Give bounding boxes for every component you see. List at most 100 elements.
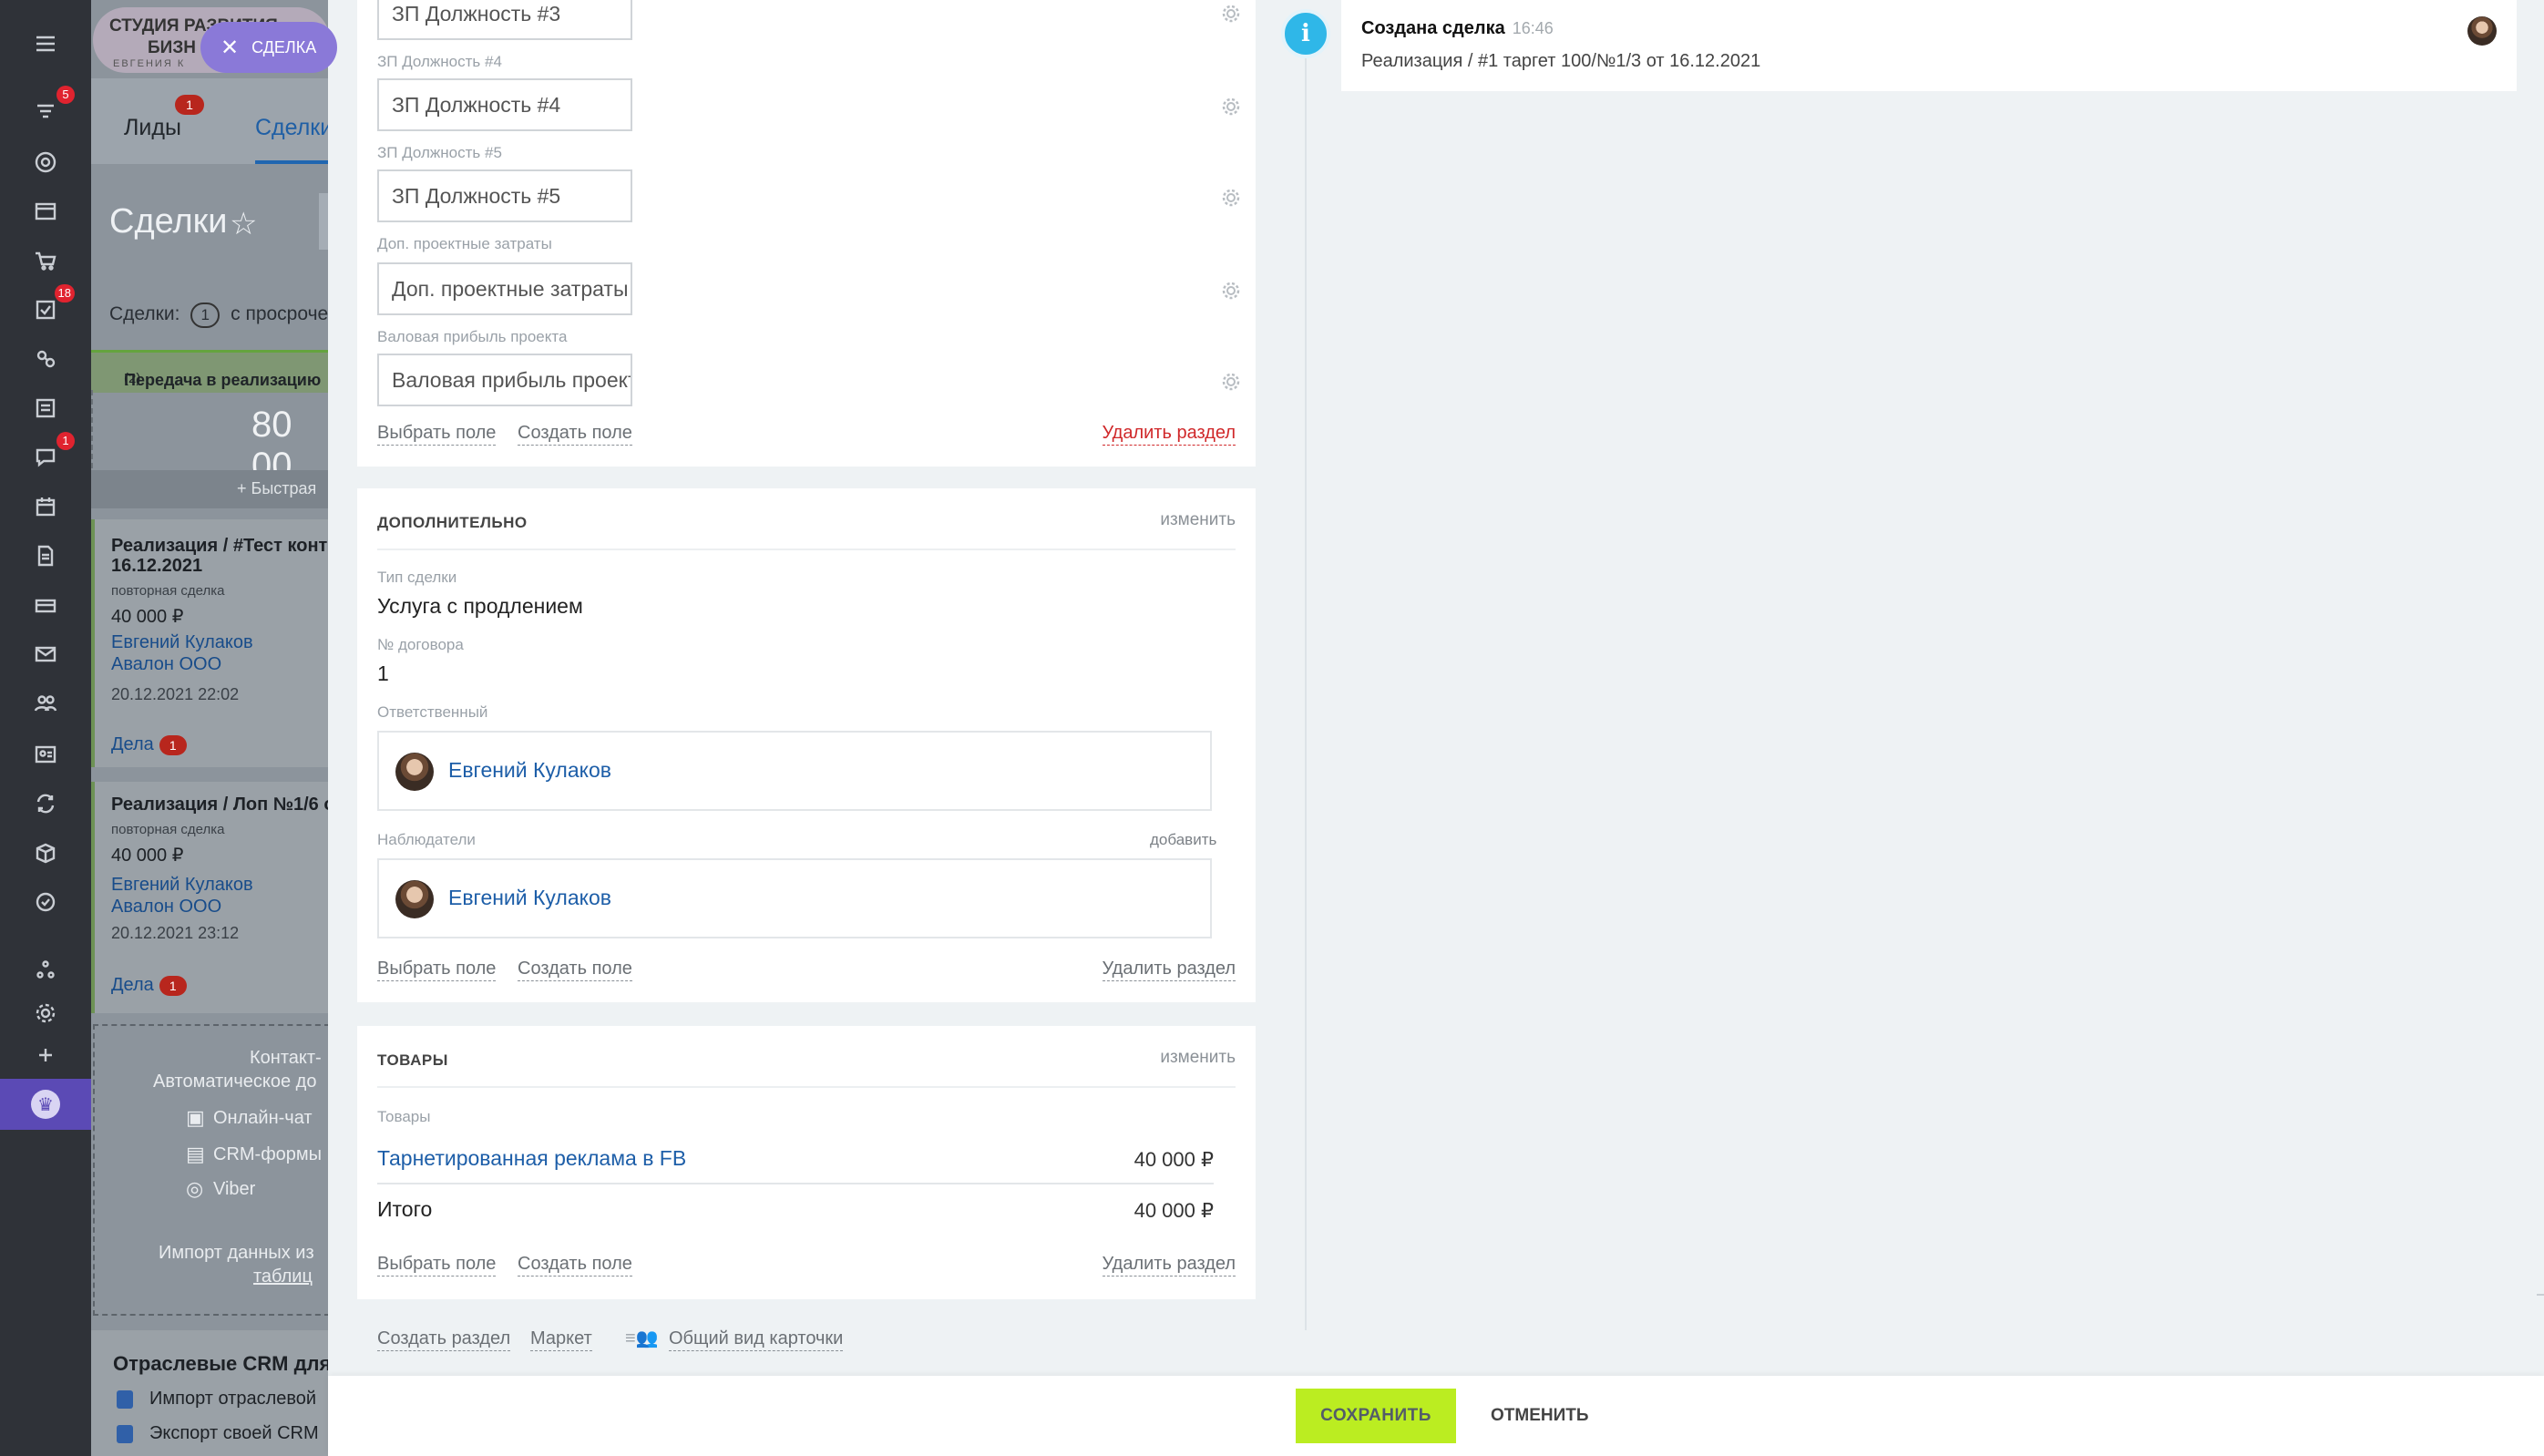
close-deal-slider-button[interactable]: ✕ СДЕЛКА [200, 22, 337, 73]
responsible-user-link[interactable]: Евгений Кулаков [448, 758, 611, 783]
add-observer-link[interactable]: добавить [1150, 831, 1216, 849]
deal-card-company[interactable]: Авалон ООО [111, 897, 221, 918]
scrollbar[interactable] [2537, 1294, 2544, 1296]
deal-type-label: Тип сделки [377, 569, 457, 586]
deal-card-amount: 40 000 ₽ [111, 846, 184, 866]
sitemap-icon[interactable] [26, 949, 66, 989]
deal-card-activities[interactable]: Дела 1 [111, 975, 187, 996]
tasks-icon[interactable]: 18 [26, 284, 75, 330]
edit-section-link[interactable]: изменить [1160, 1048, 1236, 1068]
tab-leads[interactable]: Лиды [124, 115, 181, 141]
window-icon[interactable] [26, 191, 66, 231]
crown-icon: ♛ [31, 1090, 60, 1119]
market-link[interactable]: Маркет [530, 1327, 592, 1351]
gear-icon[interactable] [1221, 4, 1241, 24]
field-input-position4[interactable]: ЗП Должность #4 [377, 78, 632, 131]
industry-import-link[interactable]: Импорт отраслевой [149, 1389, 316, 1410]
logo-line2: БИЗН [148, 38, 196, 57]
channel-viber[interactable]: Viber [213, 1179, 255, 1200]
products-label: Товары [377, 1108, 431, 1125]
delete-section-link[interactable]: Удалить раздел [1102, 1252, 1236, 1277]
gear-icon[interactable] [1221, 281, 1241, 301]
create-field-link[interactable]: Создать поле [518, 421, 632, 446]
divider [377, 1086, 1236, 1088]
cancel-button[interactable]: ОТМЕНИТЬ [1472, 1389, 1607, 1443]
industry-export-link[interactable]: Экспорт своей CRM [149, 1423, 319, 1444]
import-link[interactable]: таблиц [253, 1266, 313, 1287]
document-icon[interactable] [26, 536, 66, 576]
deal-card-contact[interactable]: Евгений Кулаков [111, 875, 253, 896]
create-section-link[interactable]: Создать раздел [377, 1327, 511, 1351]
gear-icon[interactable] [1221, 97, 1241, 117]
avatar [395, 880, 434, 918]
favorite-star-icon[interactable]: ☆ [230, 206, 257, 242]
industry-crm-block: Отраслевые CRM для Импорт отраслевой Экс… [91, 1330, 328, 1456]
field-label-extra-costs: Доп. проектные затраты [377, 235, 552, 252]
select-field-link[interactable]: Выбрать поле [377, 1252, 497, 1277]
channel-online-chat[interactable]: Онлайн-чат [213, 1108, 313, 1129]
deal-card-contact[interactable]: Евгений Кулаков [111, 632, 253, 653]
crm-tabs: Лиды 1 Сделки [91, 78, 328, 164]
contact-card-icon[interactable] [26, 734, 66, 774]
tab-deals[interactable]: Сделки [255, 115, 328, 141]
select-field-link[interactable]: Выбрать поле [377, 957, 497, 981]
deal-card-amount: 40 000 ₽ [111, 607, 184, 627]
gear-icon[interactable] [1221, 372, 1241, 392]
deal-card-activities[interactable]: Дела 1 [111, 734, 187, 755]
close-icon: ✕ [221, 35, 240, 60]
save-button[interactable]: СОХРАНИТЬ [1296, 1389, 1456, 1443]
gear-icon[interactable] [1221, 188, 1241, 208]
field-input-position5[interactable]: ЗП Должность #5 [377, 169, 632, 222]
sites-icon[interactable] [26, 339, 66, 379]
deal-card[interactable]: Реализация / #Тест конт 16.12.2021 повто… [91, 519, 328, 767]
calendar-icon[interactable] [26, 487, 66, 527]
drive-icon[interactable] [26, 585, 66, 625]
viber-icon: ◎ [186, 1177, 204, 1200]
users-icon[interactable] [26, 683, 66, 723]
product-item-link[interactable]: Тарнетированная реклама в FB [377, 1146, 686, 1171]
create-field-link[interactable]: Создать поле [518, 957, 632, 981]
box-icon[interactable] [26, 833, 66, 873]
channel-crm-forms[interactable]: CRM-формы [213, 1144, 322, 1165]
field-input-gross-profit[interactable]: Валовая прибыль проекта [377, 354, 632, 406]
menu-icon[interactable] [26, 24, 66, 64]
select-field-link[interactable]: Выбрать поле [377, 421, 497, 446]
stage-count: (2) [124, 371, 141, 386]
check-circle-icon[interactable] [26, 882, 66, 922]
edit-section-link[interactable]: изменить [1160, 510, 1236, 530]
divider [377, 549, 1236, 550]
plus-icon[interactable] [26, 1035, 66, 1075]
upgrade-crown-button[interactable]: ♛ [0, 1079, 91, 1130]
sync-icon[interactable] [26, 784, 66, 824]
field-input-position3[interactable]: ЗП Должность #3 [377, 0, 632, 40]
chat-icon[interactable]: 1 [26, 432, 75, 477]
deal-card-company[interactable]: Авалон ООО [111, 654, 221, 675]
settings-icon[interactable] [26, 993, 66, 1033]
contract-number-value: 1 [377, 661, 389, 685]
news-icon[interactable] [26, 388, 66, 428]
active-tab-indicator [255, 160, 328, 164]
create-field-link[interactable]: Создать поле [518, 1252, 632, 1277]
tasks-badge: 18 [54, 284, 75, 302]
activities-badge: 1 [159, 976, 187, 996]
mail-icon[interactable] [26, 634, 66, 674]
observers-label: Наблюдатели [377, 831, 476, 848]
activities-badge: 1 [159, 735, 187, 755]
quick-add-button[interactable]: + Быстрая [91, 470, 328, 508]
filter-input[interactable] [319, 193, 328, 250]
import-text: Импорт данных из [159, 1243, 314, 1263]
counter-prefix: Сделки: [109, 303, 180, 324]
observer-user-link[interactable]: Евгений Кулаков [448, 886, 611, 910]
feed-icon[interactable]: 5 [26, 86, 75, 131]
cart-icon[interactable] [26, 241, 66, 281]
delete-section-link[interactable]: Удалить раздел [1102, 421, 1236, 446]
feed-badge: 5 [56, 86, 75, 104]
target-icon[interactable] [26, 142, 66, 182]
field-input-extra-costs[interactable]: Доп. проектные затраты [377, 262, 632, 315]
stage-name: Передача в реализацию [124, 371, 322, 389]
activities-label: Дела [111, 734, 154, 754]
common-card-view-link[interactable]: Общий вид карточки [669, 1327, 844, 1351]
counter-pill[interactable]: 1 [190, 302, 221, 328]
deal-card[interactable]: Реализация / Лоп №1/6 о повторная сделка… [91, 782, 328, 1013]
delete-section-link[interactable]: Удалить раздел [1102, 957, 1236, 981]
